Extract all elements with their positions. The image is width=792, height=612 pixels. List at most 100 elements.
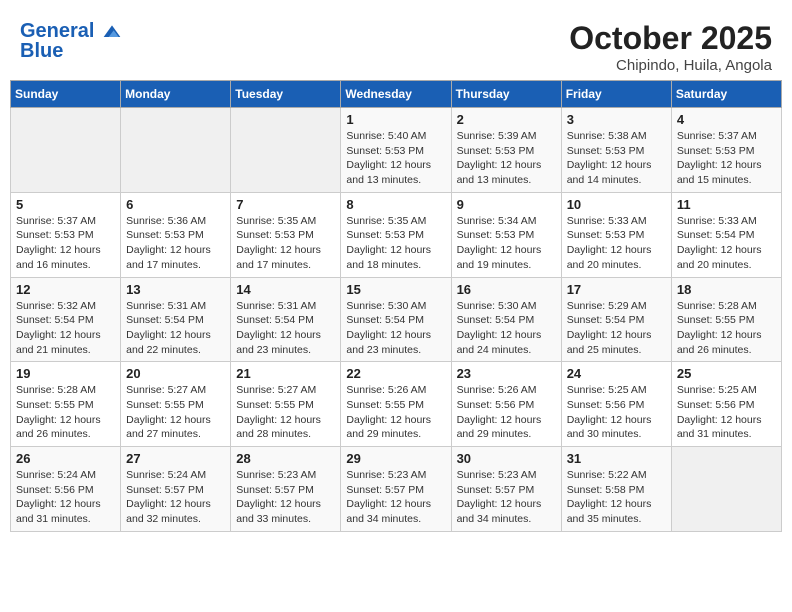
calendar-cell: 19 Sunrise: 5:28 AMSunset: 5:55 PMDayligh… xyxy=(11,362,121,447)
day-info: Sunrise: 5:35 AMSunset: 5:53 PMDaylight:… xyxy=(346,214,445,273)
day-info: Sunrise: 5:39 AMSunset: 5:53 PMDaylight:… xyxy=(457,129,556,188)
day-info: Sunrise: 5:28 AMSunset: 5:55 PMDaylight:… xyxy=(677,299,776,358)
calendar-cell: 7 Sunrise: 5:35 AMSunset: 5:53 PMDaylight… xyxy=(231,192,341,277)
day-number: 19 xyxy=(16,366,115,381)
weekday-header-row: SundayMondayTuesdayWednesdayThursdayFrid… xyxy=(11,81,782,108)
logo-blue: Blue xyxy=(20,40,122,63)
day-info: Sunrise: 5:22 AMSunset: 5:58 PMDaylight:… xyxy=(567,468,666,527)
day-info: Sunrise: 5:26 AMSunset: 5:56 PMDaylight:… xyxy=(457,383,556,442)
day-info: Sunrise: 5:25 AMSunset: 5:56 PMDaylight:… xyxy=(677,383,776,442)
day-info: Sunrise: 5:37 AMSunset: 5:53 PMDaylight:… xyxy=(16,214,115,273)
day-info: Sunrise: 5:33 AMSunset: 5:54 PMDaylight:… xyxy=(677,214,776,273)
calendar-cell: 26Sunrise: 5:24 AMSunset: 5:56 PMDayligh… xyxy=(11,447,121,532)
day-number: 2 xyxy=(457,112,556,127)
calendar-cell: 31 Sunrise: 5:22 AMSunset: 5:58 PMDayligh… xyxy=(561,447,671,532)
day-number: 11 xyxy=(677,197,776,212)
calendar-cell: 2 Sunrise: 5:39 AMSunset: 5:53 PMDaylight… xyxy=(451,108,561,193)
day-info: Sunrise: 5:31 AMSunset: 5:54 PMDaylight:… xyxy=(126,299,225,358)
day-info: Sunrise: 5:23 AMSunset: 5:57 PMDaylight:… xyxy=(346,468,445,527)
title-block: October 2025 Chipindo, Huila, Angola xyxy=(569,20,772,74)
calendar-cell: 22 Sunrise: 5:26 AMSunset: 5:55 PMDayligh… xyxy=(341,362,451,447)
day-number: 25 xyxy=(677,366,776,381)
calendar-cell: 30 Sunrise: 5:23 AMSunset: 5:57 PMDayligh… xyxy=(451,447,561,532)
day-info: Sunrise: 5:37 AMSunset: 5:53 PMDaylight:… xyxy=(677,129,776,188)
day-info: Sunrise: 5:29 AMSunset: 5:54 PMDaylight:… xyxy=(567,299,666,358)
day-number: 31 xyxy=(567,451,666,466)
day-number: 16 xyxy=(457,282,556,297)
weekday-header-tuesday: Tuesday xyxy=(231,81,341,108)
day-number: 7 xyxy=(236,197,335,212)
day-info: Sunrise: 5:27 AMSunset: 5:55 PMDaylight:… xyxy=(126,383,225,442)
calendar-cell: 14 Sunrise: 5:31 AMSunset: 5:54 PMDayligh… xyxy=(231,277,341,362)
calendar-cell: 15 Sunrise: 5:30 AMSunset: 5:54 PMDayligh… xyxy=(341,277,451,362)
calendar-cell: 27Sunrise: 5:24 AMSunset: 5:57 PMDayligh… xyxy=(121,447,231,532)
calendar-cell: 1Sunrise: 5:40 AMSunset: 5:53 PMDaylight… xyxy=(341,108,451,193)
page-header: General Blue October 2025 Chipindo, Huil… xyxy=(10,10,782,80)
day-number: 30 xyxy=(457,451,556,466)
calendar-cell: 11 Sunrise: 5:33 AMSunset: 5:54 PMDayligh… xyxy=(671,192,781,277)
weekday-header-sunday: Sunday xyxy=(11,81,121,108)
day-info: Sunrise: 5:30 AMSunset: 5:54 PMDaylight:… xyxy=(346,299,445,358)
day-info: Sunrise: 5:30 AMSunset: 5:54 PMDaylight:… xyxy=(457,299,556,358)
day-info: Sunrise: 5:26 AMSunset: 5:55 PMDaylight:… xyxy=(346,383,445,442)
day-number: 9 xyxy=(457,197,556,212)
calendar-week-3: 12Sunrise: 5:32 AMSunset: 5:54 PMDayligh… xyxy=(11,277,782,362)
weekday-header-monday: Monday xyxy=(121,81,231,108)
calendar-cell: 18 Sunrise: 5:28 AMSunset: 5:55 PMDayligh… xyxy=(671,277,781,362)
calendar-week-2: 5 Sunrise: 5:37 AMSunset: 5:53 PMDaylight… xyxy=(11,192,782,277)
weekday-header-friday: Friday xyxy=(561,81,671,108)
day-info: Sunrise: 5:23 AMSunset: 5:57 PMDaylight:… xyxy=(236,468,335,527)
calendar-week-4: 19 Sunrise: 5:28 AMSunset: 5:55 PMDayligh… xyxy=(11,362,782,447)
day-info: Sunrise: 5:35 AMSunset: 5:53 PMDaylight:… xyxy=(236,214,335,273)
calendar-cell: 24Sunrise: 5:25 AMSunset: 5:56 PMDayligh… xyxy=(561,362,671,447)
calendar-cell: 25 Sunrise: 5:25 AMSunset: 5:56 PMDayligh… xyxy=(671,362,781,447)
logo: General Blue xyxy=(20,20,122,63)
calendar-cell: 3Sunrise: 5:38 AMSunset: 5:53 PMDaylight… xyxy=(561,108,671,193)
day-info: Sunrise: 5:38 AMSunset: 5:53 PMDaylight:… xyxy=(567,129,666,188)
day-number: 15 xyxy=(346,282,445,297)
calendar-cell: 16 Sunrise: 5:30 AMSunset: 5:54 PMDayligh… xyxy=(451,277,561,362)
calendar-cell: 5 Sunrise: 5:37 AMSunset: 5:53 PMDaylight… xyxy=(11,192,121,277)
logo-text: General xyxy=(20,20,122,42)
calendar-cell xyxy=(11,108,121,193)
day-number: 18 xyxy=(677,282,776,297)
day-number: 23 xyxy=(457,366,556,381)
day-info: Sunrise: 5:28 AMSunset: 5:55 PMDaylight:… xyxy=(16,383,115,442)
day-number: 24 xyxy=(567,366,666,381)
day-info: Sunrise: 5:34 AMSunset: 5:53 PMDaylight:… xyxy=(457,214,556,273)
calendar-cell: 9 Sunrise: 5:34 AMSunset: 5:53 PMDaylight… xyxy=(451,192,561,277)
day-number: 5 xyxy=(16,197,115,212)
weekday-header-thursday: Thursday xyxy=(451,81,561,108)
weekday-header-wednesday: Wednesday xyxy=(341,81,451,108)
calendar-cell: 23 Sunrise: 5:26 AMSunset: 5:56 PMDayligh… xyxy=(451,362,561,447)
day-number: 20 xyxy=(126,366,225,381)
calendar-cell: 4 Sunrise: 5:37 AMSunset: 5:53 PMDaylight… xyxy=(671,108,781,193)
day-info: Sunrise: 5:24 AMSunset: 5:56 PMDaylight:… xyxy=(16,468,115,527)
weekday-header-saturday: Saturday xyxy=(671,81,781,108)
calendar-cell: 28Sunrise: 5:23 AMSunset: 5:57 PMDayligh… xyxy=(231,447,341,532)
day-number: 1 xyxy=(346,112,445,127)
day-number: 29 xyxy=(346,451,445,466)
day-number: 4 xyxy=(677,112,776,127)
calendar-cell: 20 Sunrise: 5:27 AMSunset: 5:55 PMDayligh… xyxy=(121,362,231,447)
calendar-cell: 21Sunrise: 5:27 AMSunset: 5:55 PMDayligh… xyxy=(231,362,341,447)
day-number: 27 xyxy=(126,451,225,466)
day-number: 8 xyxy=(346,197,445,212)
calendar-cell: 12Sunrise: 5:32 AMSunset: 5:54 PMDayligh… xyxy=(11,277,121,362)
calendar-cell: 13Sunrise: 5:31 AMSunset: 5:54 PMDayligh… xyxy=(121,277,231,362)
day-number: 6 xyxy=(126,197,225,212)
day-number: 12 xyxy=(16,282,115,297)
day-number: 22 xyxy=(346,366,445,381)
day-number: 17 xyxy=(567,282,666,297)
calendar-week-1: 1Sunrise: 5:40 AMSunset: 5:53 PMDaylight… xyxy=(11,108,782,193)
calendar-cell: 8 Sunrise: 5:35 AMSunset: 5:53 PMDaylight… xyxy=(341,192,451,277)
day-info: Sunrise: 5:23 AMSunset: 5:57 PMDaylight:… xyxy=(457,468,556,527)
calendar-cell: 10Sunrise: 5:33 AMSunset: 5:53 PMDayligh… xyxy=(561,192,671,277)
calendar-table: SundayMondayTuesdayWednesdayThursdayFrid… xyxy=(10,80,782,532)
day-info: Sunrise: 5:31 AMSunset: 5:54 PMDaylight:… xyxy=(236,299,335,358)
month-title: October 2025 xyxy=(569,20,772,57)
calendar-cell xyxy=(671,447,781,532)
day-number: 14 xyxy=(236,282,335,297)
calendar-cell: 6Sunrise: 5:36 AMSunset: 5:53 PMDaylight… xyxy=(121,192,231,277)
day-number: 21 xyxy=(236,366,335,381)
